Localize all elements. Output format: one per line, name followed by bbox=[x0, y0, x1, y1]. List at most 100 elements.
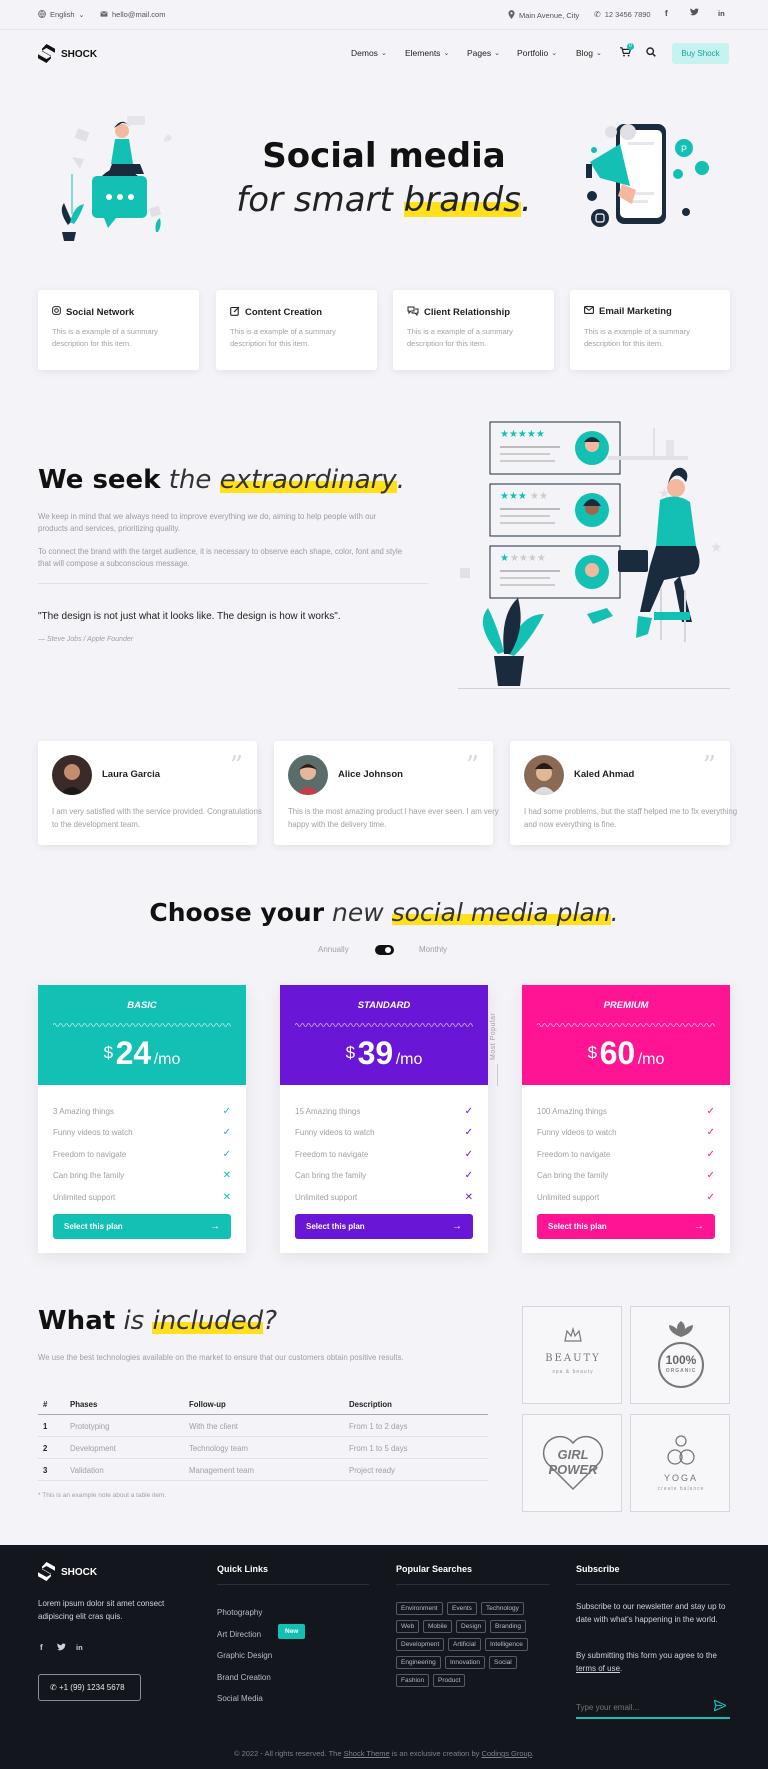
footer-logo[interactable]: SHOCK bbox=[38, 1562, 97, 1583]
phone-info[interactable]: ✆ 12 3456 7890 bbox=[594, 10, 651, 19]
envelope-icon bbox=[100, 10, 108, 19]
subscribe-heading: Subscribe bbox=[576, 1564, 620, 1574]
search-tag[interactable]: Environment bbox=[396, 1602, 443, 1615]
buy-shock-button[interactable]: Buy Shock bbox=[672, 43, 729, 64]
most-popular-label: Most Popular bbox=[490, 1012, 497, 1060]
terms-pre: By submitting this form you agree to the bbox=[576, 1651, 717, 1660]
footer-link[interactable]: Art Direction bbox=[217, 1630, 261, 1639]
author-link[interactable]: Codings Group bbox=[481, 1749, 531, 1758]
plan-price: $ 24 /mo bbox=[38, 1035, 246, 1072]
search-icon[interactable] bbox=[646, 47, 656, 59]
search-tag[interactable]: Branding bbox=[490, 1620, 527, 1633]
select-plan-button[interactable]: Select this plan → bbox=[537, 1214, 715, 1239]
globe-icon bbox=[38, 10, 46, 20]
search-tag[interactable]: Technology bbox=[481, 1602, 524, 1615]
search-tag[interactable]: Mobile bbox=[423, 1620, 453, 1633]
cart-button[interactable]: 0 bbox=[620, 43, 634, 59]
quote-icon: ” bbox=[229, 751, 243, 781]
plan-card-standard: STANDARD $ 39 /mo 15 Amazing things ✓ Funny … bbox=[280, 985, 488, 1253]
copyright-text: © 2022 - All rights reserved. The bbox=[233, 1749, 344, 1758]
table-header: # Phases Follow-up Description bbox=[38, 1393, 488, 1415]
service-card-content-creation[interactable]: Content Creation This is a example of a … bbox=[216, 290, 377, 370]
search-tag[interactable]: Innovation bbox=[445, 1656, 485, 1669]
footer-link[interactable]: Graphic Design bbox=[217, 1651, 272, 1660]
check-icon: ✓ bbox=[706, 1127, 715, 1138]
cart-count-badge: 0 bbox=[627, 43, 634, 50]
wave-divider bbox=[295, 1023, 473, 1027]
site-logo[interactable]: SHOCK bbox=[38, 44, 97, 65]
toggle-monthly-label[interactable]: Monthly bbox=[419, 945, 447, 954]
language-selector[interactable]: English ⌄ bbox=[38, 10, 84, 20]
plan-feature-text: Funny videos to watch bbox=[53, 1128, 133, 1137]
search-tag[interactable]: Engineering bbox=[396, 1656, 441, 1669]
logo-text: BEAUTY bbox=[545, 1353, 601, 1364]
logo-subtext: ORGANIC bbox=[665, 1368, 697, 1374]
chevron-down-icon: ⌄ bbox=[494, 50, 500, 57]
table-row: 2 Development Technology team From 1 to … bbox=[38, 1437, 488, 1459]
table-cell: Development bbox=[70, 1444, 116, 1453]
select-plan-button[interactable]: Select this plan → bbox=[295, 1214, 473, 1239]
shock-logo-icon bbox=[38, 1562, 55, 1583]
send-icon[interactable] bbox=[712, 1698, 728, 1713]
search-tag[interactable]: Events bbox=[447, 1602, 477, 1615]
plan-feature-text: Unlimited support bbox=[53, 1193, 116, 1202]
testimonial-text: This is the most amazing product I have … bbox=[288, 807, 499, 829]
footer-link[interactable]: Social Media bbox=[217, 1694, 263, 1703]
seek-quote: "The design is not just what it looks li… bbox=[38, 611, 341, 622]
terms-link[interactable]: terms of use bbox=[576, 1664, 620, 1673]
search-tag[interactable]: Design bbox=[456, 1620, 487, 1633]
footer-phone-button[interactable]: ✆ +1 (99) 1234 5678 bbox=[38, 1674, 141, 1701]
billing-toggle[interactable] bbox=[375, 945, 394, 955]
search-tag[interactable]: Artificial bbox=[448, 1638, 481, 1651]
terms-post: . bbox=[620, 1663, 623, 1673]
avatar bbox=[524, 755, 564, 795]
twitter-icon[interactable] bbox=[690, 8, 699, 18]
cross-icon: ✕ bbox=[222, 1170, 231, 1181]
testimonial-card: Alice Johnson ” This is the most amazing… bbox=[274, 741, 499, 845]
plan-feature-text: Freedom to navigate bbox=[53, 1150, 127, 1159]
theme-link[interactable]: Shock Theme bbox=[344, 1749, 390, 1758]
service-card-email-marketing[interactable]: Email Marketing This is a example of a s… bbox=[570, 290, 730, 370]
select-plan-button[interactable]: Select this plan → bbox=[53, 1214, 231, 1239]
search-tag[interactable]: Product bbox=[433, 1674, 466, 1687]
service-card-client-relationship[interactable]: Client Relationship This is a example of… bbox=[393, 290, 554, 370]
search-tag[interactable]: Development bbox=[396, 1638, 445, 1651]
service-card-social-network[interactable]: Social Network This is a example of a su… bbox=[38, 290, 199, 370]
nav-portfolio-label: Portfolio bbox=[517, 48, 549, 58]
facebook-icon[interactable]: f bbox=[40, 1643, 43, 1652]
nav-portfolio[interactable]: Portfolio ⌄ bbox=[517, 48, 557, 58]
service-desc: This is a example of a summary descripti… bbox=[584, 327, 690, 348]
wave-divider bbox=[53, 1023, 231, 1027]
linkedin-icon[interactable]: in bbox=[76, 1643, 83, 1652]
edit-icon bbox=[230, 306, 240, 319]
toggle-annually-label[interactable]: Annually bbox=[318, 945, 349, 954]
linkedin-icon[interactable]: in bbox=[718, 9, 725, 18]
search-tag[interactable]: Intelligence bbox=[485, 1638, 528, 1651]
newsletter-email-input[interactable] bbox=[576, 1697, 711, 1717]
testimonial-card: Kaled Ahmad ” I had some problems, but t… bbox=[510, 741, 737, 845]
nav-elements[interactable]: Elements ⌄ bbox=[405, 48, 449, 58]
phone-icon: ✆ bbox=[594, 9, 601, 19]
table-cell: 1 bbox=[43, 1422, 48, 1431]
footer-link[interactable]: Photography bbox=[217, 1608, 262, 1617]
hero-subtitle-end: . bbox=[520, 180, 532, 220]
nav-demos[interactable]: Demos ⌄ bbox=[351, 48, 387, 58]
nav-demos-label: Demos bbox=[351, 48, 378, 58]
chevron-down-icon: ⌄ bbox=[596, 50, 602, 57]
testimonial-name: Laura Garcia bbox=[102, 769, 161, 780]
logo-subtext: POWER bbox=[548, 1462, 598, 1477]
logo-text: SHOCK bbox=[61, 49, 98, 60]
plan-feature: Unlimited support ✓ bbox=[537, 1192, 715, 1203]
nav-blog[interactable]: Blog ⌄ bbox=[576, 48, 602, 58]
search-tag[interactable]: Social bbox=[489, 1656, 517, 1669]
search-tag[interactable]: Web bbox=[396, 1620, 420, 1633]
email-link[interactable]: hello@mail.com bbox=[100, 10, 165, 19]
facebook-icon[interactable]: f bbox=[665, 9, 668, 18]
cross-icon: ✕ bbox=[222, 1192, 231, 1203]
plan-header: BASIC $ 24 /mo bbox=[38, 985, 246, 1085]
search-tag[interactable]: Fashion bbox=[396, 1674, 430, 1687]
twitter-icon[interactable] bbox=[57, 1643, 66, 1653]
nav-pages[interactable]: Pages ⌄ bbox=[467, 48, 500, 58]
seek-heading-highlight: extraordinary bbox=[219, 465, 397, 495]
footer-link[interactable]: Brand Creation bbox=[217, 1673, 271, 1682]
